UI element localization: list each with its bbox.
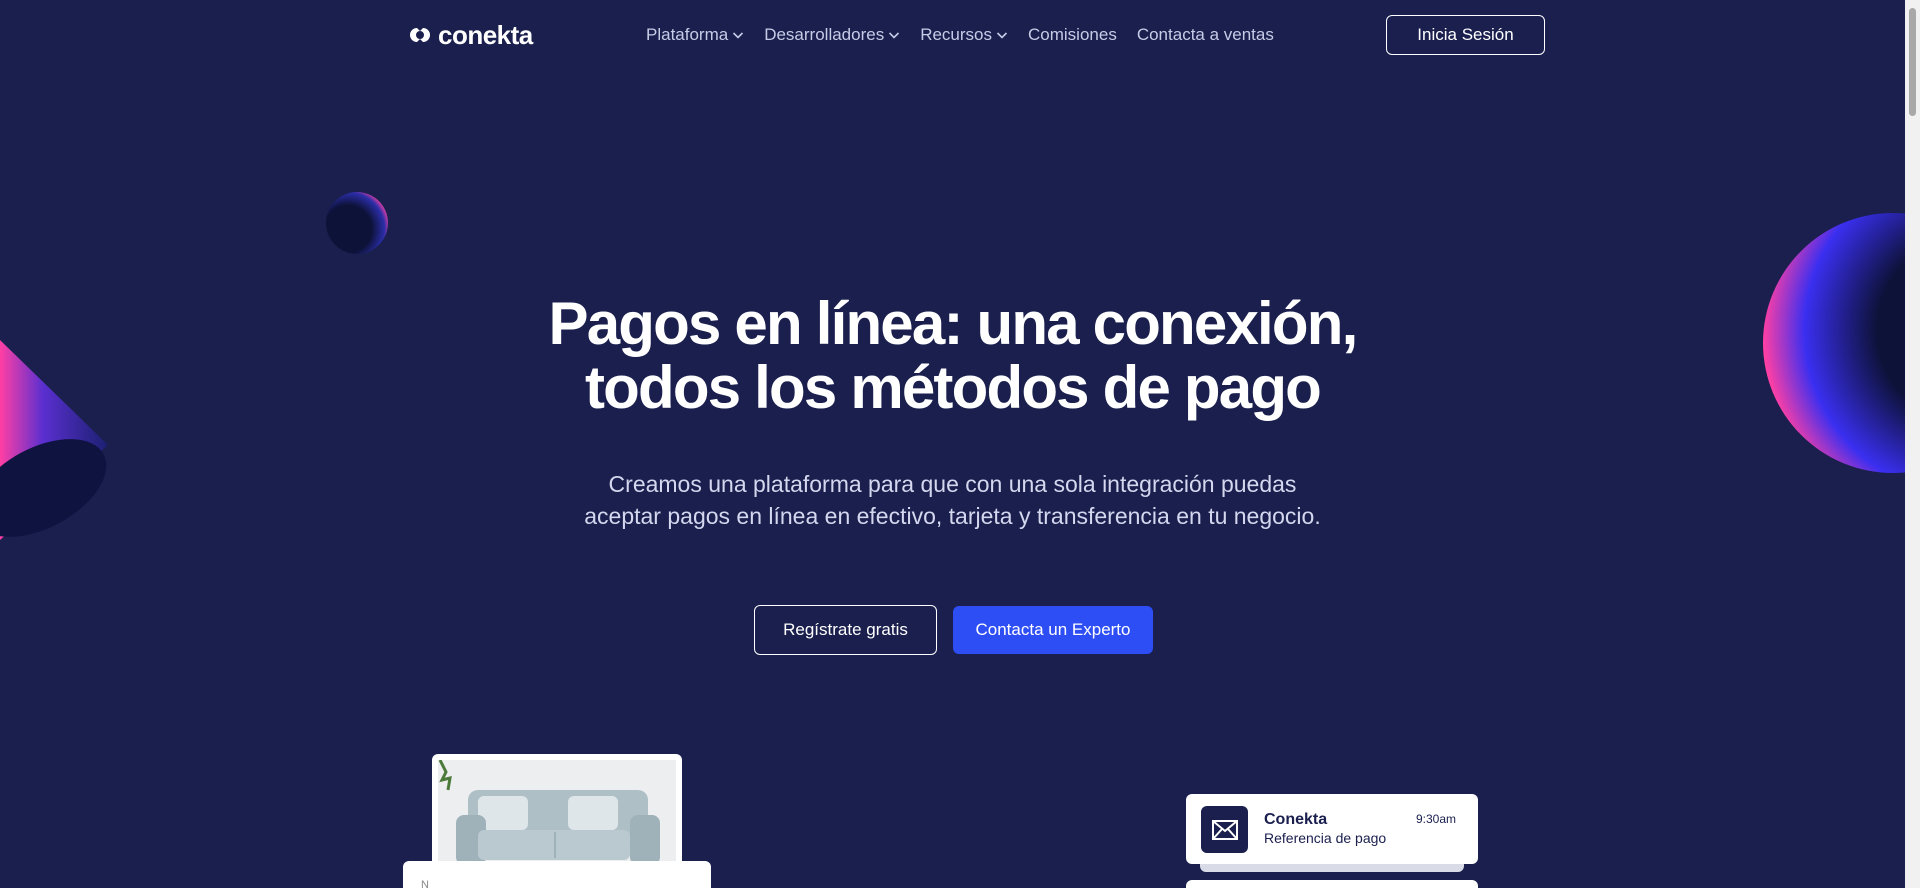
- nav-item-desarrolladores[interactable]: Desarrolladores: [764, 24, 900, 46]
- scrollbar-thumb[interactable]: [1909, 8, 1916, 116]
- nav-item-recursos[interactable]: Recursos: [920, 24, 1008, 46]
- nav-item-label: Comisiones: [1028, 25, 1117, 44]
- notification-text: Referencia de pago: [1264, 830, 1387, 846]
- mail-icon: [1201, 806, 1248, 853]
- hero-cta-row: Regístrate gratis Contacta un Experto: [754, 605, 1153, 655]
- hero-title-line2: todos los métodos de pago: [584, 354, 1322, 421]
- hero-subtitle: Creamos una plataforma para que con una …: [0, 468, 1905, 532]
- notification-title: Conekta: [1264, 811, 1328, 828]
- conekta-logo[interactable]: conekta: [408, 22, 533, 48]
- notification-time: 9:30am: [1415, 812, 1456, 826]
- contact-expert-button[interactable]: Contacta un Experto: [953, 606, 1153, 654]
- nav-item-comisiones[interactable]: Comisiones: [1028, 24, 1117, 46]
- chevron-down-icon: [996, 32, 1008, 39]
- checkout-form-card: N: [403, 861, 711, 888]
- notification-next-card: [1186, 880, 1478, 888]
- conekta-logo-icon: [410, 28, 430, 42]
- hero-subtitle-line1: Creamos una plataforma para que con una …: [608, 471, 1297, 497]
- nav-item-contacta-ventas[interactable]: Contacta a ventas: [1137, 24, 1274, 46]
- payment-notification: Conekta Referencia de pago 9:30am: [1186, 794, 1478, 864]
- nav-item-label: Plataforma: [646, 25, 729, 44]
- page: conekta Plataforma Desarrolladores Recur…: [0, 0, 1905, 888]
- register-free-button[interactable]: Regístrate gratis: [754, 605, 937, 655]
- hero-subtitle-line2: aceptar pagos en línea en efectivo, tarj…: [584, 503, 1321, 529]
- chevron-down-icon: [733, 32, 744, 39]
- hero-title: Pagos en línea: una conexión, todos los …: [0, 292, 1905, 420]
- nav-item-label: Contacta a ventas: [1136, 25, 1274, 44]
- brand-name: conekta: [438, 20, 533, 50]
- decorative-small-sphere: [326, 192, 388, 254]
- form-field-label: N: [421, 879, 429, 888]
- nav-item-label: Desarrolladores: [764, 25, 885, 44]
- top-navbar: conekta Plataforma Desarrolladores Recur…: [0, 0, 1905, 70]
- nav-item-label: Recursos: [920, 25, 993, 44]
- hero-title-line1: Pagos en línea: una conexión,: [548, 290, 1359, 357]
- nav-item-plataforma[interactable]: Plataforma: [646, 24, 744, 46]
- chevron-down-icon: [889, 32, 900, 39]
- login-button[interactable]: Inicia Sesión: [1386, 15, 1545, 55]
- page-scrollbar[interactable]: [1905, 0, 1920, 888]
- main-menu: Plataforma Desarrolladores Recursos Comi…: [646, 24, 1274, 46]
